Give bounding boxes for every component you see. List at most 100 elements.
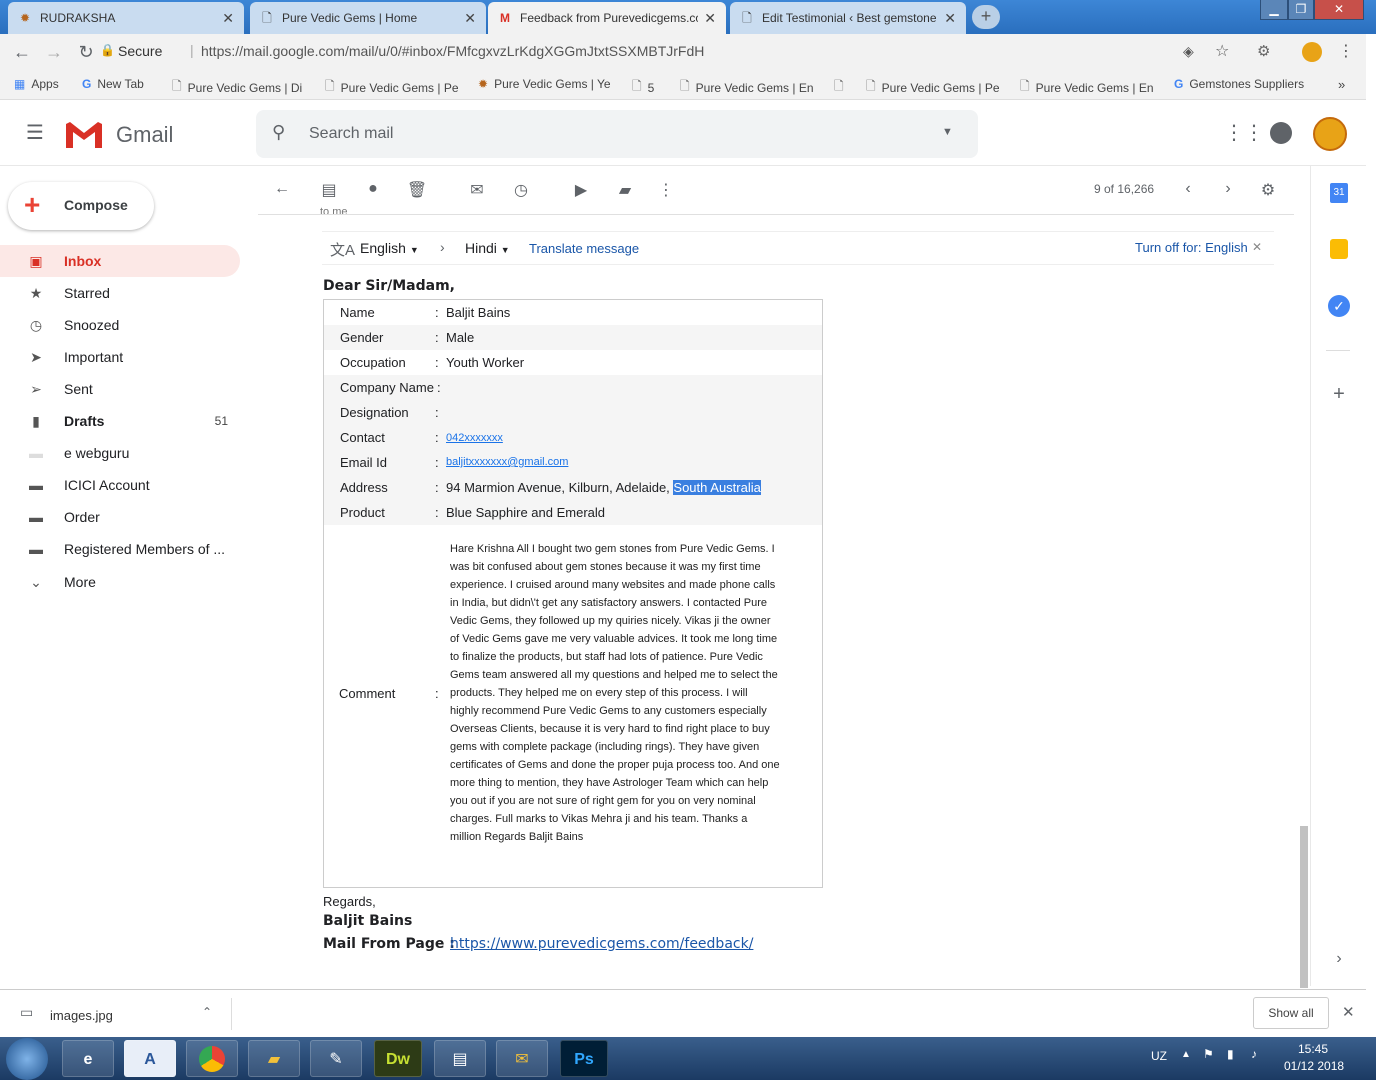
label-as-icon[interactable]: ▰	[614, 180, 636, 200]
bookmark-apps[interactable]: ▦ Apps	[14, 77, 59, 91]
target-language-select[interactable]: Hindi ▼	[465, 240, 510, 256]
sidebar-item-icici-account[interactable]: ▬ ICICI Account	[0, 469, 240, 501]
dreamweaver-icon[interactable]: Dw	[374, 1040, 422, 1077]
bookmark-item[interactable]: 🗋 5	[632, 77, 654, 98]
keep-icon[interactable]	[1330, 239, 1348, 259]
minimize-window-button[interactable]: ▁	[1260, 0, 1288, 20]
source-language-select[interactable]: English ▼	[360, 240, 419, 256]
extension-gear-icon[interactable]: ⚙	[1257, 42, 1270, 60]
bookmark-item[interactable]: 🗋 Pure Vedic Gems | Pe	[325, 77, 461, 98]
scrollbar-thumb[interactable]	[1300, 826, 1308, 988]
expand-side-panel-icon[interactable]: ›	[1328, 948, 1350, 970]
bookmark-item[interactable]: 🗋 Pure Vedic Gems | Pe	[866, 77, 1002, 98]
get-addons-icon[interactable]: +	[1328, 383, 1350, 405]
action-center-icon[interactable]: ⚑	[1203, 1047, 1214, 1061]
bookmark-new-tab[interactable]: G New Tab	[82, 77, 144, 91]
chrome-menu-icon[interactable]: ⋮	[1338, 41, 1354, 61]
input-language[interactable]: UZ	[1151, 1049, 1167, 1063]
main-menu-icon[interactable]: ☰	[26, 120, 44, 145]
contact-link[interactable]: 042xxxxxxx	[446, 432, 503, 444]
bookmark-item[interactable]: G Gemstones Suppliers	[1174, 77, 1308, 91]
volume-icon[interactable]: ♪	[1251, 1047, 1257, 1061]
more-actions-icon[interactable]: ⋮	[655, 180, 677, 200]
paint-icon[interactable]: ✎	[310, 1040, 362, 1077]
new-tab-button[interactable]: +	[972, 5, 1000, 29]
show-all-downloads-button[interactable]: Show all	[1253, 997, 1329, 1029]
bookmark-item[interactable]: 🗋 Pure Vedic Gems | En	[1020, 77, 1156, 98]
browser-tab-rudraksha[interactable]: ✹ RUDRAKSHA ✕	[8, 2, 244, 34]
sidebar-item-sent[interactable]: ➢ Sent	[0, 373, 240, 405]
close-tab-icon[interactable]: ✕	[704, 10, 716, 27]
email-link[interactable]: baljitxxxxxxx@gmail.com	[446, 456, 568, 468]
older-icon[interactable]: ›	[1217, 180, 1239, 200]
close-tab-icon[interactable]: ✕	[464, 10, 476, 27]
sidebar-item-snoozed[interactable]: ◷ Snoozed	[0, 309, 240, 341]
back-icon[interactable]: ←	[12, 42, 32, 63]
sidebar-item-starred[interactable]: ★ Starred	[0, 277, 240, 309]
photoshop-icon[interactable]: Ps	[560, 1040, 608, 1077]
sidebar-item-order[interactable]: ▬ Order	[0, 501, 240, 533]
browser-tab-gmail[interactable]: M Feedback from Purevedicgems.co ✕	[488, 2, 726, 34]
newer-icon[interactable]: ‹	[1177, 180, 1199, 200]
close-tab-icon[interactable]: ✕	[222, 10, 234, 27]
sidebar-item-more[interactable]: ⌄ More	[0, 566, 240, 598]
report-spam-icon[interactable]: ●	[362, 180, 384, 200]
more-bookmarks-icon[interactable]: »	[1338, 77, 1345, 92]
mail-from-link[interactable]: https://www.purevedicgems.com/feedback/	[450, 936, 753, 952]
search-icon[interactable]: ⚲	[272, 122, 285, 143]
move-to-icon[interactable]: ▶	[570, 180, 592, 200]
chrome-icon[interactable]	[186, 1040, 238, 1077]
forward-icon[interactable]: →	[44, 42, 64, 63]
delete-icon[interactable]: 🗑	[406, 180, 428, 200]
network-icon[interactable]: ▤	[434, 1040, 486, 1077]
bookmark-item[interactable]: 🗋	[834, 77, 858, 98]
clock-date[interactable]: 01/12 2018	[1284, 1059, 1344, 1073]
clock-time[interactable]: 15:45	[1298, 1042, 1328, 1056]
bookmark-item[interactable]: ✹ Pure Vedic Gems | Ye	[478, 77, 614, 91]
settings-gear-icon[interactable]: ⚙	[1257, 180, 1279, 200]
close-window-button[interactable]: ✕	[1314, 0, 1364, 20]
search-input[interactable]: Search mail	[309, 125, 393, 143]
word-icon[interactable]: A	[124, 1040, 176, 1077]
sidebar-item-important[interactable]: ➤ Important	[0, 341, 240, 373]
download-options-icon[interactable]: ⌃	[202, 1005, 212, 1019]
reload-icon[interactable]: ↻	[76, 42, 96, 63]
close-translate-icon[interactable]: ✕	[1252, 240, 1262, 254]
maximize-window-button[interactable]: ❐	[1288, 0, 1314, 20]
turn-off-translate-link[interactable]: Turn off for: English	[1135, 240, 1248, 255]
profile-avatar[interactable]	[1302, 42, 1322, 62]
close-tab-icon[interactable]: ✕	[944, 10, 956, 27]
browser-tab-pure-vedic-home[interactable]: 🗋 Pure Vedic Gems | Home ✕	[250, 2, 486, 34]
show-hidden-icons-icon[interactable]: ▲	[1181, 1049, 1191, 1060]
signal-icon[interactable]: ▮	[1227, 1047, 1234, 1061]
sidebar-item-e-webguru[interactable]: ▬ e webguru	[0, 437, 240, 469]
url-input[interactable]: https://mail.google.com/mail/u/0/#inbox/…	[201, 43, 704, 59]
start-button[interactable]	[6, 1038, 48, 1080]
account-avatar[interactable]	[1313, 117, 1347, 151]
snooze-icon[interactable]: ◷	[510, 180, 532, 200]
sidebar-item-inbox[interactable]: ▣ Inbox	[0, 245, 240, 277]
explorer-icon[interactable]: ▰	[248, 1040, 300, 1077]
bookmark-item[interactable]: 🗋 Pure Vedic Gems | En	[680, 77, 816, 98]
archive-icon[interactable]: ▤	[318, 180, 340, 200]
search-bar[interactable]: ⚲ Search mail ▼	[256, 110, 978, 158]
mark-unread-icon[interactable]: ✉	[466, 180, 488, 200]
extension-eye-icon[interactable]: ◈	[1183, 43, 1194, 60]
download-filename[interactable]: images.jpg	[50, 1008, 113, 1023]
bookmark-item[interactable]: 🗋 Pure Vedic Gems | Di	[172, 77, 306, 98]
translate-message-link[interactable]: Translate message	[529, 241, 639, 256]
compose-button[interactable]: + Compose	[8, 182, 154, 230]
mail-icon[interactable]: ✉	[496, 1040, 548, 1077]
ie-icon[interactable]: e	[62, 1040, 114, 1077]
calendar-icon[interactable]: 31	[1330, 183, 1348, 203]
sidebar-item-registered-members[interactable]: ▬ Registered Members of ...	[0, 533, 240, 565]
search-options-icon[interactable]: ▼	[942, 126, 953, 138]
browser-tab-edit-testimonial[interactable]: 🗋 Edit Testimonial ‹ Best gemstone ✕	[730, 2, 966, 34]
back-to-inbox-icon[interactable]: ←	[271, 180, 293, 200]
bookmark-star-icon[interactable]: ☆	[1215, 41, 1229, 61]
close-downloads-icon[interactable]: ✕	[1342, 1003, 1355, 1021]
sidebar-item-drafts[interactable]: ▮ Drafts 51	[0, 405, 240, 437]
tasks-icon[interactable]: ✓	[1328, 295, 1350, 317]
notifications-icon[interactable]	[1270, 122, 1292, 144]
apps-grid-icon[interactable]: ⋮⋮	[1224, 120, 1264, 145]
